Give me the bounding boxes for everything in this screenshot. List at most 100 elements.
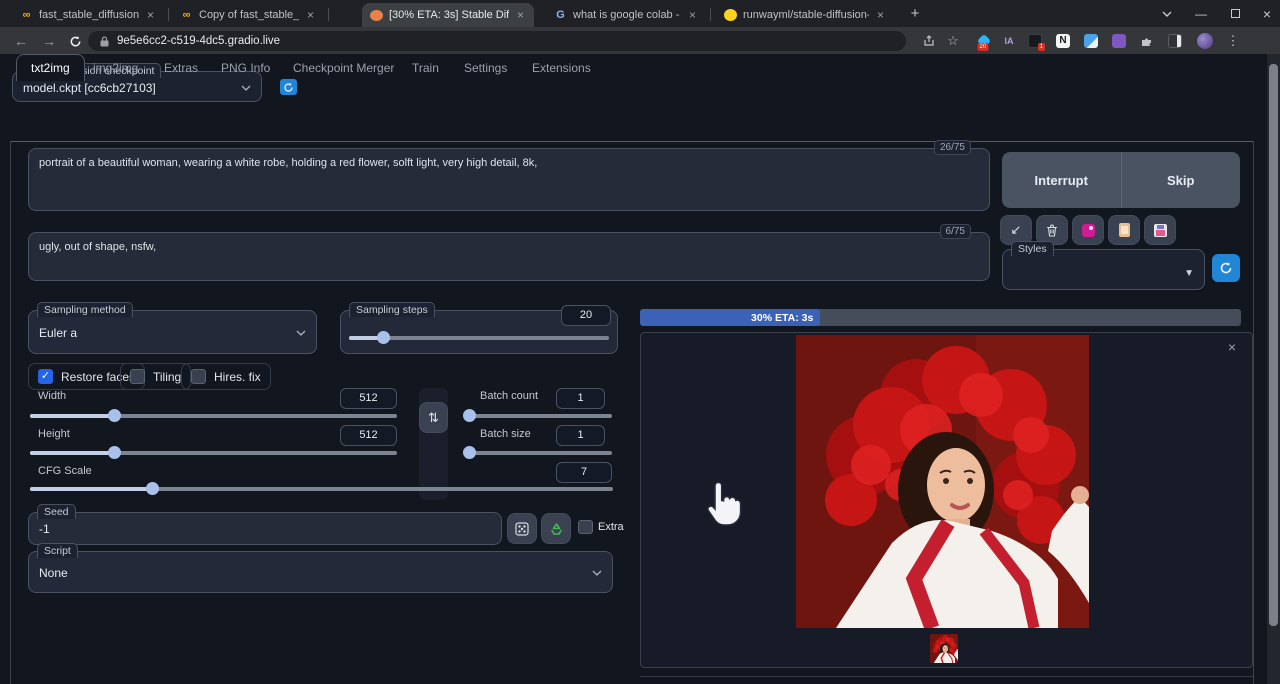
extension-ia-icon[interactable]: IA bbox=[1000, 32, 1018, 50]
profile-avatar[interactable] bbox=[1196, 32, 1214, 50]
height-slider[interactable] bbox=[30, 446, 397, 459]
reuse-seed-button[interactable] bbox=[541, 513, 571, 544]
seed-input[interactable]: Seed -1 bbox=[28, 512, 502, 545]
new-tab-button[interactable]: + bbox=[900, 0, 930, 27]
extensions-puzzle-icon[interactable] bbox=[1138, 32, 1156, 50]
styles-label: Styles bbox=[1011, 241, 1054, 256]
save-style-button[interactable] bbox=[1144, 215, 1176, 245]
random-seed-button[interactable] bbox=[507, 513, 537, 544]
cfg-scale-slider[interactable] bbox=[30, 482, 613, 495]
width-slider[interactable] bbox=[30, 409, 397, 422]
back-button[interactable]: ← bbox=[10, 30, 32, 52]
batch-size-input[interactable]: 1 bbox=[556, 425, 605, 446]
tab-txt2img[interactable]: txt2img bbox=[16, 54, 85, 81]
browser-tab-colab-2[interactable]: ∞ Copy of fast_stable_diffusion_ × bbox=[172, 3, 324, 27]
height-label: Height bbox=[38, 428, 70, 440]
window-chevron-icon[interactable] bbox=[1152, 0, 1182, 27]
tab-close-icon[interactable]: × bbox=[145, 8, 156, 22]
cfg-scale-input[interactable]: 7 bbox=[556, 462, 612, 483]
bookmark-star-icon[interactable]: ☆ bbox=[944, 32, 962, 50]
sampling-steps-slider[interactable] bbox=[349, 331, 609, 344]
tab-extras[interactable]: Extras bbox=[160, 54, 202, 81]
swap-dimensions-button[interactable]: ⇅ bbox=[419, 402, 448, 433]
tab-png-info[interactable]: PNG Info bbox=[217, 54, 274, 81]
extension-notion-icon[interactable]: N bbox=[1054, 32, 1072, 50]
extension-purple-icon[interactable] bbox=[1110, 32, 1128, 50]
gallery-thumbnail[interactable] bbox=[930, 634, 958, 663]
sampling-steps-input[interactable]: 20 bbox=[561, 305, 611, 326]
script-label: Script bbox=[37, 543, 78, 558]
extension-blue-icon[interactable] bbox=[1082, 32, 1100, 50]
slider-thumb[interactable] bbox=[146, 482, 159, 495]
tiling-label: Tiling bbox=[153, 370, 181, 384]
generate-actions: Interrupt Skip bbox=[1002, 152, 1240, 208]
prompt-textarea[interactable]: 26/75 portrait of a beautiful woman, wea… bbox=[28, 148, 990, 211]
page-scrollbar[interactable] bbox=[1267, 54, 1280, 684]
batch-count-input[interactable]: 1 bbox=[556, 388, 605, 409]
refresh-styles-button[interactable] bbox=[1212, 254, 1240, 282]
sampling-steps-label: Sampling steps bbox=[349, 302, 435, 317]
slider-thumb[interactable] bbox=[377, 331, 390, 344]
batch-size-slider[interactable] bbox=[468, 446, 612, 459]
slider-thumb[interactable] bbox=[463, 446, 476, 459]
swap-arrows-icon: ⇅ bbox=[428, 410, 439, 426]
reload-button[interactable] bbox=[64, 30, 86, 52]
slider-thumb[interactable] bbox=[108, 409, 121, 422]
browser-tab-google[interactable]: G what is google colab - Google × bbox=[546, 3, 706, 27]
tab-close-icon[interactable]: × bbox=[687, 8, 698, 22]
slider-thumb[interactable] bbox=[463, 409, 476, 422]
extra-label: Extra bbox=[598, 521, 624, 533]
extension-camera-icon[interactable]: 1 bbox=[1026, 32, 1044, 50]
tab-extensions[interactable]: Extensions bbox=[528, 54, 595, 81]
gradio-favicon bbox=[370, 10, 383, 21]
tab-settings[interactable]: Settings bbox=[460, 54, 511, 81]
slider-thumb[interactable] bbox=[108, 446, 121, 459]
batch-count-slider[interactable] bbox=[468, 409, 612, 422]
refresh-checkpoints-button[interactable] bbox=[280, 79, 297, 95]
styles-dropdown[interactable]: Styles ▼ bbox=[1002, 249, 1205, 290]
extra-seed-checkbox[interactable]: Extra bbox=[578, 520, 624, 534]
extension-diamond-icon[interactable]: 20 bbox=[975, 32, 993, 50]
panel-right-border bbox=[1253, 141, 1254, 684]
checkbox-unchecked-icon bbox=[578, 520, 593, 534]
tab-close-icon[interactable]: × bbox=[515, 8, 526, 22]
skip-button[interactable]: Skip bbox=[1122, 152, 1241, 208]
tab-underline bbox=[10, 141, 1253, 142]
mouse-cursor bbox=[703, 478, 745, 532]
style-apply-button[interactable] bbox=[1072, 215, 1104, 245]
tab-close-icon[interactable]: × bbox=[875, 8, 886, 22]
window-maximize-button[interactable] bbox=[1220, 0, 1250, 27]
forward-button[interactable]: → bbox=[38, 30, 60, 52]
window-close-button[interactable]: × bbox=[1252, 0, 1280, 27]
tab-train[interactable]: Train bbox=[408, 54, 443, 81]
interrupt-button[interactable]: Interrupt bbox=[1002, 152, 1122, 208]
tab-img2img[interactable]: img2img bbox=[89, 54, 142, 81]
hires-fix-checkbox[interactable]: Hires. fix bbox=[181, 363, 271, 390]
style-copy-button[interactable] bbox=[1108, 215, 1140, 245]
height-input[interactable]: 512 bbox=[340, 425, 397, 446]
scrollbar-thumb[interactable] bbox=[1269, 64, 1278, 626]
checkbox-unchecked-icon bbox=[130, 369, 145, 384]
trash-icon bbox=[1046, 224, 1058, 237]
browser-tab-stable-diffusion[interactable]: [30% ETA: 3s] Stable Diffusion × bbox=[362, 3, 534, 27]
browser-tab-colab-1[interactable]: ∞ fast_stable_diffusion_AUTOMA × bbox=[12, 3, 164, 27]
window-minimize-button[interactable]: — bbox=[1186, 0, 1216, 27]
share-icon[interactable] bbox=[920, 32, 938, 50]
chevron-down-icon: ▼ bbox=[1184, 268, 1194, 279]
browser-menu-icon[interactable]: ⋮ bbox=[1224, 32, 1242, 50]
generated-image[interactable] bbox=[796, 335, 1089, 628]
tab-close-icon[interactable]: × bbox=[305, 8, 316, 22]
width-input[interactable]: 512 bbox=[340, 388, 397, 409]
sampling-method-dropdown[interactable]: Sampling method Euler a bbox=[28, 310, 317, 354]
refresh-icon bbox=[283, 82, 294, 93]
tab-checkpoint-merger[interactable]: Checkpoint Merger bbox=[289, 54, 398, 81]
gallery-close-icon[interactable]: × bbox=[1228, 339, 1236, 355]
batch-size-label: Batch size bbox=[480, 428, 531, 440]
address-bar[interactable]: 9e5e6cc2-c519-4dc5.gradio.live bbox=[88, 31, 906, 51]
negative-prompt-textarea[interactable]: 6/75 ugly, out of shape, nsfw, bbox=[28, 232, 990, 281]
huggingface-favicon bbox=[724, 9, 737, 21]
browser-tab-huggingface[interactable]: runwayml/stable-diffusion-v1 × bbox=[716, 3, 894, 27]
arrow-down-left-icon: ↙ bbox=[1011, 222, 1022, 238]
extension-sidepanel-icon[interactable] bbox=[1166, 32, 1184, 50]
script-dropdown[interactable]: Script None bbox=[28, 551, 613, 593]
